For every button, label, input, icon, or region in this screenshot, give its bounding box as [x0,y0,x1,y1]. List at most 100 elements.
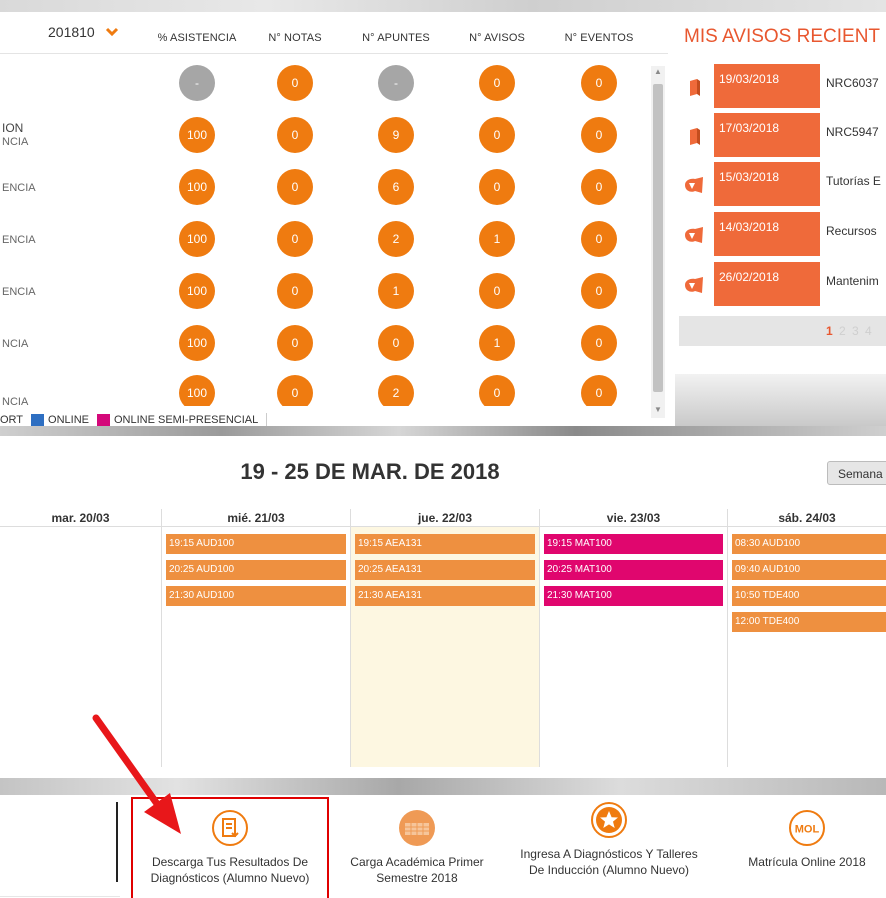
period-selector[interactable]: 201810 [48,24,119,40]
notas-badge[interactable]: 0 [277,65,313,101]
table-row[interactable]: ENCIA 100 0 2 1 0 [0,210,650,262]
calendar-event[interactable]: 21:30 AUD100 [166,586,346,606]
table-scrollbar[interactable]: ▲ ▼ [651,66,665,418]
notice-item[interactable]: 17/03/2018 NRC5947 [675,113,886,157]
notice-date: 19/03/2018 [714,64,820,108]
scrollbar-thumb[interactable] [653,84,663,392]
notice-text[interactable]: Mantenim [826,274,879,288]
page-link[interactable]: 3 [852,324,859,338]
course-modality: NCIA [2,338,29,350]
notice-item[interactable]: 14/03/2018 Recursos [675,212,886,256]
apuntes-badge[interactable]: - [378,65,414,101]
calendar-event[interactable]: 21:30 MAT100 [544,586,723,606]
page-link[interactable]: 4 [865,324,872,338]
avisos-badge[interactable]: 0 [479,65,515,101]
avisos-badge[interactable]: 0 [479,273,515,309]
notas-badge[interactable]: 0 [277,375,313,406]
quick-link-academic-load[interactable]: Carga Académica Primer Semestre 2018 [340,808,494,886]
apuntes-badge[interactable]: 9 [378,117,414,153]
notice-text[interactable]: Tutorías E [826,174,881,188]
background-photo-band [675,374,886,426]
calendar-event[interactable]: 08:30 AUD100 [732,534,886,554]
day-header: vie. 23/03 [540,509,727,527]
course-summary-panel: 201810 % ASISTENCIA N° NOTAS N° APUNTES … [0,12,668,427]
star-badge-icon [591,802,627,838]
notas-badge[interactable]: 0 [277,325,313,361]
eventos-badge[interactable]: 0 [581,375,617,406]
megaphone-icon [685,177,703,193]
asistencia-badge: 100 [179,221,215,257]
course-table-header: 201810 % ASISTENCIA N° NOTAS N° APUNTES … [0,12,668,54]
notice-text[interactable]: Recursos [826,224,877,238]
apuntes-badge[interactable]: 2 [378,375,414,406]
notice-item[interactable]: 19/03/2018 NRC6037 [675,64,886,108]
notas-badge[interactable]: 0 [277,169,313,205]
notice-item[interactable]: 26/02/2018 Mantenim [675,262,886,306]
quick-link-induction-workshops[interactable]: Ingresa A Diagnósticos Y Talleres De Ind… [516,800,702,878]
apuntes-badge[interactable]: 2 [378,221,414,257]
annotation-highlight-box [131,797,329,898]
notice-date: 26/02/2018 [714,262,820,306]
calendar-event[interactable]: 10:50 TDE400 [732,586,886,606]
scroll-up-icon[interactable]: ▲ [654,68,662,76]
apuntes-badge[interactable]: 1 [378,273,414,309]
calendar-day-column[interactable]: vie. 23/03 19:15 MAT100 20:25 MAT100 21:… [539,509,727,767]
asistencia-badge: 100 [179,117,215,153]
apuntes-badge[interactable]: 0 [378,325,414,361]
notas-badge[interactable]: 0 [277,117,313,153]
eventos-badge[interactable]: 0 [581,169,617,205]
week-view-button[interactable]: Semana [827,461,886,485]
table-row[interactable]: ENCIA 100 0 6 0 0 [0,158,650,210]
course-modality: ENCIA [2,234,36,246]
eventos-badge[interactable]: 0 [581,117,617,153]
legend-swatch-online [31,413,45,427]
calendar-event[interactable]: 20:25 MAT100 [544,560,723,580]
table-row[interactable]: NCIA 100 0 0 1 0 [0,314,650,366]
legend-label: ONLINE SEMI-PRESENCIAL [114,414,259,426]
calendar-title: 19 - 25 DE MAR. DE 2018 [240,459,500,484]
eventos-badge[interactable]: 0 [581,325,617,361]
calendar-day-column[interactable]: sáb. 24/03 08:30 AUD100 09:40 AUD100 10:… [727,509,886,767]
notice-text[interactable]: NRC6037 [826,76,879,90]
page-link[interactable]: 2 [839,324,846,338]
chevron-down-icon [105,27,118,37]
avisos-badge[interactable]: 0 [479,169,515,205]
calendar-event[interactable]: 12:00 TDE400 [732,612,886,632]
megaphone-icon [685,277,703,293]
course-modality: NCIA [2,396,29,406]
calendar-day-column[interactable]: mar. 20/03 [0,509,161,767]
notice-text[interactable]: NRC5947 [826,125,879,139]
table-row[interactable]: - 0 - 0 0 [0,54,650,106]
scroll-down-icon[interactable]: ▼ [654,406,662,414]
avisos-badge[interactable]: 1 [479,325,515,361]
calendar-day-column[interactable]: mié. 21/03 19:15 AUD100 20:25 AUD100 21:… [161,509,350,767]
day-header: mar. 20/03 [0,509,161,527]
avisos-badge[interactable]: 0 [479,117,515,153]
calendar-event[interactable]: 19:15 AUD100 [166,534,346,554]
notices-pagination: 1 2 3 4 [679,316,886,346]
notice-date: 17/03/2018 [714,113,820,157]
notas-badge[interactable]: 0 [277,273,313,309]
calendar-event[interactable]: 09:40 AUD100 [732,560,886,580]
avisos-badge[interactable]: 0 [479,375,515,406]
column-header-avisos: N° AVISOS [469,32,525,44]
table-row[interactable]: ENCIA 100 0 1 0 0 [0,262,650,314]
calendar-event[interactable]: 20:25 AUD100 [166,560,346,580]
avisos-badge[interactable]: 1 [479,221,515,257]
table-row[interactable]: NCIA 100 0 2 0 0 [0,366,650,406]
calendar-event[interactable]: 19:15 MAT100 [544,534,723,554]
apuntes-badge[interactable]: 6 [378,169,414,205]
table-row[interactable]: ION NCIA 100 0 9 0 0 [0,106,650,158]
calendar-event[interactable]: 19:15 AEA131 [355,534,535,554]
calendar-day-column-today[interactable]: jue. 22/03 19:15 AEA131 20:25 AEA131 21:… [350,509,539,767]
notice-item[interactable]: 15/03/2018 Tutorías E [675,162,886,206]
calendar-event[interactable]: 20:25 AEA131 [355,560,535,580]
eventos-badge[interactable]: 0 [581,65,617,101]
eventos-badge[interactable]: 0 [581,273,617,309]
quick-link-online-enrollment[interactable]: MOL Matrícula Online 2018 [730,808,884,870]
page-link[interactable]: 1 [826,324,833,338]
quick-link-label: Carga Académica Primer Semestre 2018 [350,855,484,885]
calendar-event[interactable]: 21:30 AEA131 [355,586,535,606]
notas-badge[interactable]: 0 [277,221,313,257]
eventos-badge[interactable]: 0 [581,221,617,257]
